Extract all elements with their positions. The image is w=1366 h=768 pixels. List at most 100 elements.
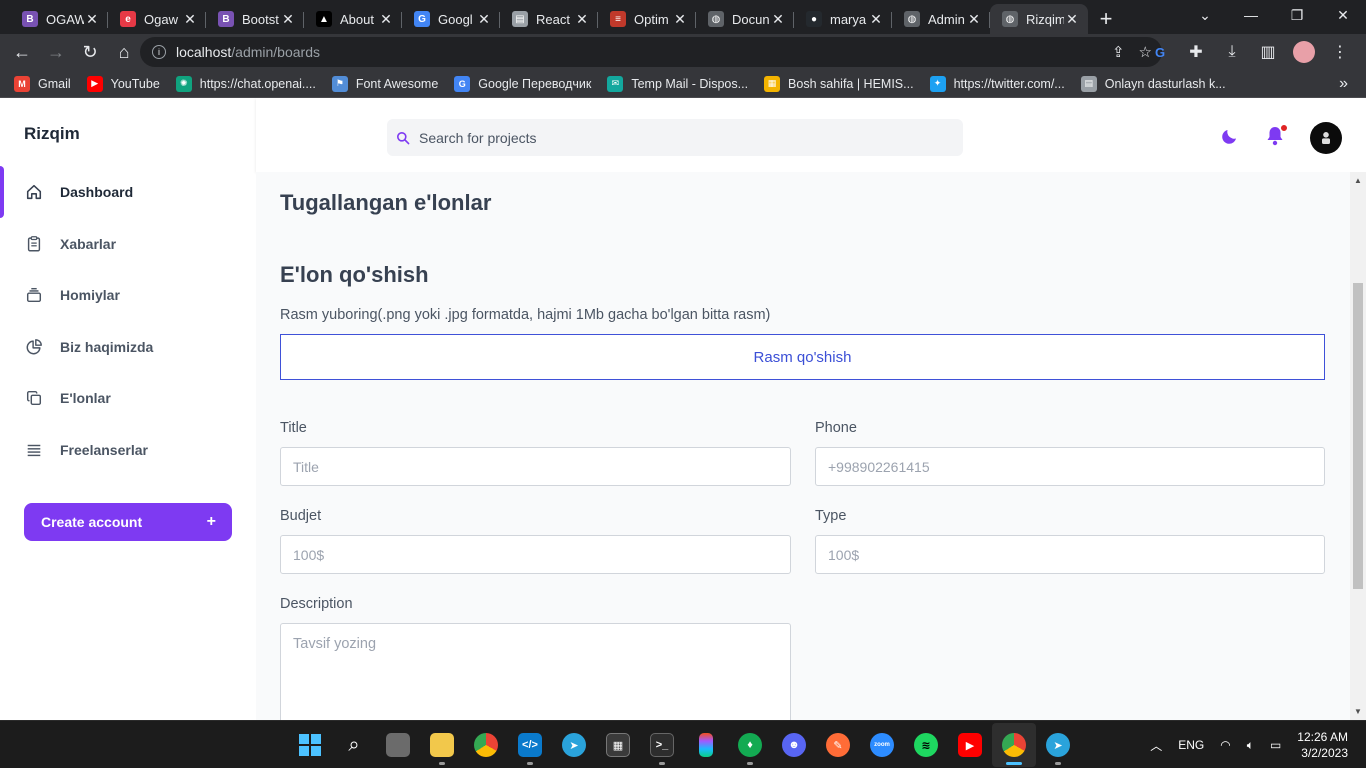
- bookmark-item[interactable]: ▦ Bosh sahifa | HEMIS...: [764, 75, 914, 92]
- browser-tab[interactable]: ◍ Admin ✕: [892, 4, 990, 34]
- volume-icon[interactable]: 🔈︎: [1247, 738, 1254, 753]
- bookmark-item[interactable]: ▤ Onlayn dasturlash k...: [1080, 75, 1226, 92]
- bookmark-item[interactable]: ✉ Temp Mail - Dispos...: [607, 75, 748, 92]
- site-info-icon[interactable]: i: [152, 45, 166, 59]
- close-tab-icon[interactable]: ✕: [574, 11, 590, 28]
- close-tab-icon[interactable]: ✕: [378, 11, 394, 28]
- close-tab-icon[interactable]: ✕: [182, 11, 198, 28]
- vscode-button[interactable]: </>: [508, 723, 552, 767]
- terminal-button[interactable]: >_: [640, 723, 684, 767]
- moon-icon[interactable]: [1220, 126, 1240, 146]
- phone-input[interactable]: [815, 447, 1325, 486]
- bookmark-item[interactable]: ⚑ Font Awesome: [331, 75, 438, 92]
- bookmark-item[interactable]: M Gmail: [14, 75, 71, 92]
- share-icon[interactable]: ⇪: [1112, 43, 1125, 61]
- back-button[interactable]: ←: [6, 36, 38, 68]
- bookmarks-overflow-icon[interactable]: »: [1339, 75, 1348, 93]
- tab-search-icon[interactable]: ⌄: [1182, 0, 1228, 30]
- clock-time: 12:26 AM: [1297, 730, 1348, 744]
- bookmark-item[interactable]: ✦ https://twitter.com/...: [929, 75, 1065, 92]
- new-tab-button[interactable]: +: [1088, 4, 1124, 34]
- user-avatar[interactable]: [1310, 122, 1342, 154]
- browser-tab[interactable]: e Ogaw ✕: [108, 4, 206, 34]
- search-box[interactable]: [387, 119, 963, 156]
- browser-tab[interactable]: B Bootst ✕: [206, 4, 304, 34]
- browser-tab[interactable]: ● marya ✕: [794, 4, 892, 34]
- scroll-up-arrow-icon[interactable]: ▲: [1354, 176, 1362, 185]
- zoom-button[interactable]: zoom: [860, 723, 904, 767]
- search-input[interactable]: [419, 129, 919, 146]
- wifi-icon[interactable]: ◠: [1220, 738, 1230, 752]
- bookmark-item[interactable]: ✺ https://chat.openai....: [175, 75, 316, 92]
- scroll-down-arrow-icon[interactable]: ▼: [1354, 707, 1362, 716]
- browser-tab[interactable]: ◍ Docun ✕: [696, 4, 794, 34]
- side-panel-icon[interactable]: ▥: [1254, 36, 1282, 68]
- scrollbar-thumb[interactable]: [1353, 283, 1363, 589]
- browser-tab-title: Bootst: [242, 11, 279, 27]
- close-tab-icon[interactable]: ✕: [280, 11, 296, 28]
- telegram-button[interactable]: ➤: [552, 723, 596, 767]
- chrome-taskbar-button[interactable]: [464, 723, 508, 767]
- taskbar-search-button[interactable]: ⌕: [332, 723, 376, 767]
- bookmark-item[interactable]: G Google Переводчик: [454, 75, 591, 92]
- extensions-icon[interactable]: ✚: [1182, 36, 1210, 68]
- sidebar-item-homiylar[interactable]: Homiylar: [0, 277, 256, 313]
- language-indicator[interactable]: ENG: [1178, 738, 1204, 752]
- profile-avatar-icon[interactable]: [1290, 36, 1318, 68]
- browser-tab[interactable]: G Googl ✕: [402, 4, 500, 34]
- close-tab-icon[interactable]: ✕: [1064, 11, 1080, 28]
- postman-button[interactable]: ✎: [816, 723, 860, 767]
- create-account-button[interactable]: Create account +: [24, 503, 232, 541]
- sidebar-item-xabarlar[interactable]: Xabarlar: [0, 226, 256, 262]
- battery-icon[interactable]: ▭: [1270, 738, 1281, 752]
- type-input[interactable]: [815, 535, 1325, 574]
- minimize-button[interactable]: —: [1228, 0, 1274, 30]
- mongodb-button[interactable]: ♦: [728, 723, 772, 767]
- browser-tab[interactable]: B OGAW ✕: [10, 4, 108, 34]
- title-input[interactable]: [280, 447, 791, 486]
- browser-menu-icon[interactable]: ⋮: [1326, 36, 1354, 68]
- close-tab-icon[interactable]: ✕: [672, 11, 688, 28]
- close-tab-icon[interactable]: ✕: [476, 11, 492, 28]
- close-tab-icon[interactable]: ✕: [770, 11, 786, 28]
- discord-button[interactable]: ☻: [772, 723, 816, 767]
- file-explorer-button[interactable]: [420, 723, 464, 767]
- tray-overflow-icon[interactable]: ︿: [1150, 737, 1162, 754]
- sidebar-item-e-lonlar[interactable]: E'lonlar: [0, 380, 256, 416]
- close-tab-icon[interactable]: ✕: [868, 11, 884, 28]
- bookmark-item[interactable]: ▶ YouTube: [86, 75, 160, 92]
- forward-button[interactable]: →: [40, 36, 72, 68]
- browser-tab[interactable]: ≡ Optim ✕: [598, 4, 696, 34]
- page-icon: ▤: [512, 11, 528, 27]
- download-icon[interactable]: ⤓: [1218, 36, 1246, 68]
- page-scrollbar[interactable]: ▲ ▼: [1350, 172, 1366, 720]
- brand-logo[interactable]: Rizqim: [24, 124, 80, 144]
- maximize-button[interactable]: ❐: [1274, 0, 1320, 30]
- spotify-button[interactable]: ≋: [904, 723, 948, 767]
- browser-tab[interactable]: ◍ Rizqim ✕: [990, 4, 1088, 34]
- task-view-button[interactable]: [376, 723, 420, 767]
- telegram-desktop-button[interactable]: ➤: [1036, 723, 1080, 767]
- store-button[interactable]: ▦: [596, 723, 640, 767]
- reload-button[interactable]: ↻: [74, 36, 106, 68]
- home-button[interactable]: ⌂: [108, 36, 140, 68]
- browser-tab[interactable]: ▤ React ✕: [500, 4, 598, 34]
- translate-extension-icon[interactable]: G: [1146, 36, 1174, 68]
- close-window-button[interactable]: ✕: [1320, 0, 1366, 30]
- youtube-app-button[interactable]: ▶: [948, 723, 992, 767]
- browser-tab[interactable]: ▲ About ✕: [304, 4, 402, 34]
- task-view-icon: [386, 733, 410, 757]
- sidebar-item-dashboard[interactable]: Dashboard: [0, 166, 256, 218]
- sidebar-item-biz-haqimizda[interactable]: Biz haqimizda: [0, 329, 256, 365]
- chrome-active-button[interactable]: [992, 723, 1036, 767]
- budget-input[interactable]: [280, 535, 791, 574]
- add-image-button[interactable]: Rasm qo'shish: [280, 334, 1325, 380]
- sidebar-item-freelanserlar[interactable]: Freelanserlar: [0, 432, 256, 468]
- close-tab-icon[interactable]: ✕: [84, 11, 100, 28]
- figma-button[interactable]: [684, 723, 728, 767]
- address-bar[interactable]: i localhost/admin/boards ⇪ ☆: [140, 37, 1162, 67]
- close-tab-icon[interactable]: ✕: [966, 11, 982, 28]
- description-textarea[interactable]: [280, 623, 791, 720]
- clock[interactable]: 12:26 AM 3/2/2023: [1297, 729, 1348, 761]
- start-button[interactable]: [288, 723, 332, 767]
